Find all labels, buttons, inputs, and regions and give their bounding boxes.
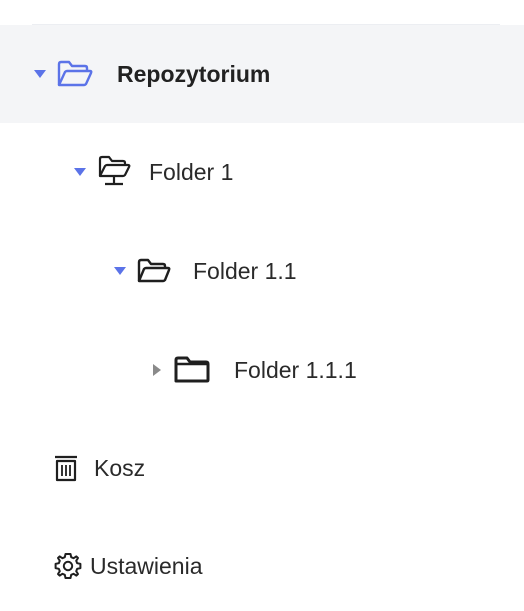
caret-down-icon[interactable] bbox=[73, 165, 87, 179]
folder-open-icon bbox=[137, 258, 171, 284]
nav-item-label: Kosz bbox=[94, 454, 146, 481]
tree-item-label: Folder 1 bbox=[149, 158, 234, 185]
caret-down-icon[interactable] bbox=[113, 264, 127, 278]
tree-item-label: Folder 1.1 bbox=[193, 257, 297, 284]
nav-item-trash[interactable]: Kosz bbox=[0, 419, 145, 517]
tree-item-label: Folder 1.1.1 bbox=[234, 356, 357, 383]
tree-item-folder-1-1[interactable]: Folder 1.1 bbox=[0, 222, 297, 320]
nav-item-label: Ustawienia bbox=[90, 552, 203, 579]
nav-item-settings[interactable]: Ustawienia bbox=[0, 517, 203, 611]
tree-item-label: Repozytorium bbox=[117, 60, 271, 87]
gear-icon bbox=[54, 552, 82, 580]
trash-icon bbox=[54, 454, 78, 482]
caret-down-icon[interactable] bbox=[33, 67, 47, 81]
tree-item-folder-1[interactable]: Folder 1 bbox=[0, 123, 233, 221]
folder-tree-panel: Repozytorium Folder 1 Folder 1.1 Folder … bbox=[0, 0, 524, 611]
folder-closed-icon bbox=[174, 356, 210, 384]
folder-shared-icon bbox=[97, 155, 131, 189]
tree-item-folder-1-1-1[interactable]: Folder 1.1.1 bbox=[0, 321, 357, 419]
caret-right-icon[interactable] bbox=[150, 363, 164, 377]
tree-item-repozytorium[interactable]: Repozytorium bbox=[0, 25, 524, 123]
folder-open-icon bbox=[57, 60, 93, 88]
